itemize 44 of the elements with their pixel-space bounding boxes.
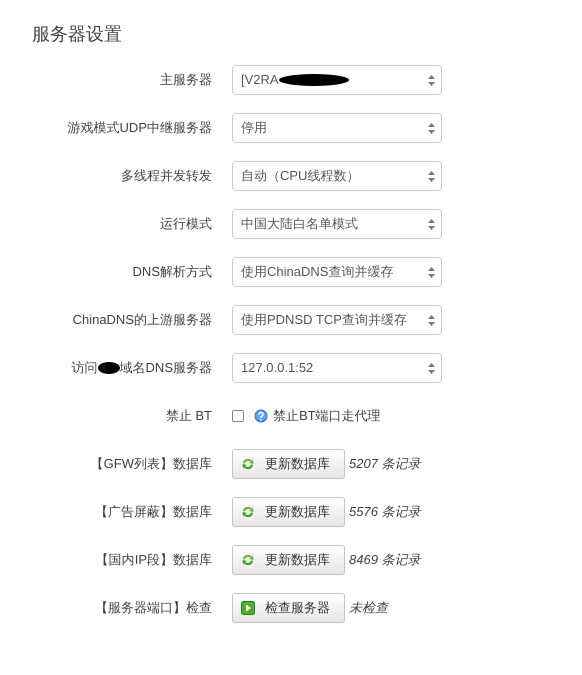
status-text: 5576 条记录 [349,503,421,522]
refresh-icon [241,457,255,471]
dropdown[interactable]: [V2RA [232,65,442,95]
sort-arrows-icon [428,266,435,278]
checkbox-label: 禁止BT端口走代理 [273,407,381,426]
status-text: 8469 条记录 [349,551,421,570]
sort-arrows-icon [428,362,435,374]
refresh-icon [241,505,255,519]
refresh-icon [241,553,255,567]
dropdown[interactable]: 使用PDNSD TCP查询并缓存 [232,305,442,335]
dropdown[interactable]: 停用 [232,113,442,143]
dropdown[interactable]: 使用ChinaDNS查询并缓存 [232,257,442,287]
dropdown[interactable]: 自动（CPU线程数） [232,161,442,191]
sort-arrows-icon [428,314,435,326]
field-label: 【服务器端口】检查 [95,599,212,618]
sort-arrows-icon [428,218,435,230]
field-label: 禁止 BT [166,407,212,426]
checkbox[interactable] [232,410,244,422]
help-icon[interactable] [254,409,268,423]
field-label: 主服务器 [160,71,212,90]
field-label: 运行模式 [160,215,212,234]
action-button[interactable]: 更新数据库 [232,497,345,527]
redaction-mark [98,362,120,374]
action-button[interactable]: 更新数据库 [232,449,345,479]
field-label: 域名DNS服务器 [120,359,212,378]
dropdown[interactable]: 中国大陆白名单模式 [232,209,442,239]
sort-arrows-icon [428,122,435,134]
field-label: 访问 [72,359,98,378]
dropdown[interactable]: 127.0.0.1:52 [232,353,442,383]
sort-arrows-icon [428,170,435,182]
field-label: 【GFW列表】数据库 [90,455,212,474]
field-label: DNS解析方式 [132,263,212,282]
section-title: 服务器设置 [32,23,123,46]
field-label: 【国内IP段】数据库 [96,551,212,570]
field-label: 【广告屏蔽】数据库 [95,503,212,522]
action-button[interactable]: 检查服务器 [232,593,345,623]
sort-arrows-icon [428,74,435,86]
status-text: 5207 条记录 [349,455,421,474]
field-label: 游戏模式UDP中继服务器 [68,119,212,138]
field-label: ChinaDNS的上游服务器 [72,311,212,330]
field-label: 多线程并发转发 [121,167,212,186]
action-button[interactable]: 更新数据库 [232,545,345,575]
status-text: 未检查 [349,599,388,618]
play-icon [241,601,255,615]
